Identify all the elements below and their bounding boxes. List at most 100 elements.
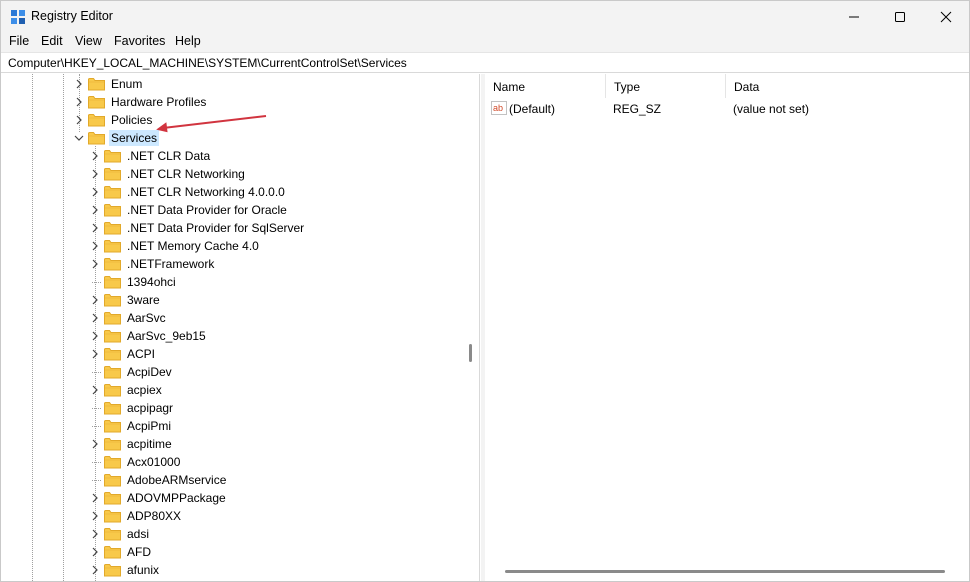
- chevron-right-icon[interactable]: [89, 186, 101, 198]
- tree-node-label[interactable]: acpiex: [125, 382, 164, 398]
- tree-node-label[interactable]: .NET Data Provider for SqlServer: [125, 220, 306, 236]
- tree-node[interactable]: ADP80XX: [89, 507, 183, 525]
- chevron-right-icon[interactable]: [89, 510, 101, 522]
- tree-node[interactable]: Services: [73, 129, 160, 147]
- tree-node-label[interactable]: AarSvc: [125, 310, 168, 326]
- tree-node-label[interactable]: afunix: [125, 562, 161, 578]
- tree-scroll-thumb[interactable]: [469, 344, 472, 362]
- tree-node-label[interactable]: AcpiPmi: [125, 418, 173, 434]
- tree-node-label[interactable]: AarSvc_9eb15: [125, 328, 208, 344]
- tree-node-label[interactable]: adsi: [125, 526, 151, 542]
- tree-node[interactable]: afunix: [89, 561, 161, 579]
- tree-node[interactable]: Hardware Profiles: [73, 93, 208, 111]
- tree-node-label[interactable]: ADP80XX: [125, 508, 183, 524]
- tree-node-label[interactable]: AFD: [125, 544, 153, 560]
- chevron-right-icon[interactable]: [89, 294, 101, 306]
- tree-node[interactable]: 3ware: [89, 291, 162, 309]
- chevron-right-icon[interactable]: [89, 528, 101, 540]
- value-row[interactable]: ab (Default) REG_SZ (value not set): [485, 100, 965, 118]
- tree-node-label[interactable]: Hardware Profiles: [109, 94, 208, 110]
- minimize-button[interactable]: [831, 1, 877, 32]
- tree-node[interactable]: .NETFramework: [89, 255, 216, 273]
- chevron-right-icon[interactable]: [89, 168, 101, 180]
- tree-node-label[interactable]: ADOVMPPackage: [125, 490, 228, 506]
- chevron-right-icon[interactable]: [89, 150, 101, 162]
- tree-node-label[interactable]: Acx01000: [125, 454, 182, 470]
- close-button[interactable]: [923, 1, 969, 32]
- folder-icon: [104, 330, 121, 343]
- column-header-data[interactable]: Data: [726, 74, 965, 98]
- tree-node[interactable]: adsi: [89, 525, 151, 543]
- tree-node-label[interactable]: Policies: [109, 112, 154, 128]
- column-header-name[interactable]: Name: [485, 74, 606, 98]
- tree-node-label[interactable]: AcpiDev: [125, 364, 174, 380]
- address-path[interactable]: Computer\HKEY_LOCAL_MACHINE\SYSTEM\Curre…: [8, 56, 407, 70]
- maximize-button[interactable]: [877, 1, 923, 32]
- menu-view[interactable]: View: [75, 34, 102, 48]
- address-bar[interactable]: Computer\HKEY_LOCAL_MACHINE\SYSTEM\Curre…: [1, 52, 969, 73]
- values-list-pane[interactable]: Name Type Data ab (Default) REG_SZ (valu…: [485, 74, 969, 581]
- key-tree-pane[interactable]: Enum Hardware Profiles Policies Services .NE…: [1, 74, 480, 581]
- chevron-right-icon[interactable]: [89, 258, 101, 270]
- tree-node-label[interactable]: .NET CLR Networking 4.0.0.0: [125, 184, 287, 200]
- tree-node[interactable]: .NET CLR Data: [89, 147, 212, 165]
- chevron-right-icon[interactable]: [89, 384, 101, 396]
- chevron-right-icon[interactable]: [89, 438, 101, 450]
- tree-vertical-scrollbar[interactable]: [464, 74, 478, 581]
- chevron-right-icon[interactable]: [89, 312, 101, 324]
- tree-node[interactable]: ADOVMPPackage: [89, 489, 228, 507]
- tree-node-label[interactable]: .NET CLR Networking: [125, 166, 247, 182]
- chevron-right-icon[interactable]: [89, 546, 101, 558]
- chevron-right-icon[interactable]: [73, 78, 85, 90]
- list-horizontal-scrollbar[interactable]: [505, 570, 945, 573]
- tree-node[interactable]: AarSvc_9eb15: [89, 327, 208, 345]
- menu-edit[interactable]: Edit: [41, 34, 63, 48]
- chevron-down-icon[interactable]: [73, 132, 85, 144]
- tree-node[interactable]: AcpiDev: [89, 363, 174, 381]
- tree-node-label[interactable]: 1394ohci: [125, 274, 178, 290]
- tree-node-label[interactable]: acpitime: [125, 436, 174, 452]
- tree-node[interactable]: AdobeARMservice: [89, 471, 228, 489]
- menu-file[interactable]: File: [9, 34, 29, 48]
- tree-node-label[interactable]: AdobeARMservice: [125, 472, 228, 488]
- chevron-right-icon[interactable]: [89, 240, 101, 252]
- tree-node[interactable]: Policies: [73, 111, 154, 129]
- tree-node-label[interactable]: ACPI: [125, 346, 157, 362]
- tree-node[interactable]: .NET Data Provider for Oracle: [89, 201, 289, 219]
- chevron-right-icon[interactable]: [89, 564, 101, 576]
- tree-node-label[interactable]: 3ware: [125, 292, 162, 308]
- tree-node-label[interactable]: .NET Data Provider for Oracle: [125, 202, 289, 218]
- chevron-right-icon[interactable]: [73, 114, 85, 126]
- tree-node[interactable]: ACPI: [89, 345, 157, 363]
- column-header-type[interactable]: Type: [606, 74, 726, 98]
- tree-node[interactable]: AarSvc: [89, 309, 168, 327]
- tree-node[interactable]: AcpiPmi: [89, 417, 173, 435]
- tree-node-label[interactable]: .NET CLR Data: [125, 148, 212, 164]
- tree-node-label[interactable]: Services: [109, 130, 160, 146]
- tree-node[interactable]: .NET Data Provider for SqlServer: [89, 219, 306, 237]
- tree-node-label[interactable]: .NET Memory Cache 4.0: [125, 238, 261, 254]
- tree-node[interactable]: acpiex: [89, 381, 164, 399]
- tree-node[interactable]: AFD: [89, 543, 153, 561]
- tree-node[interactable]: .NET CLR Networking: [89, 165, 247, 183]
- menu-help[interactable]: Help: [175, 34, 201, 48]
- chevron-right-icon[interactable]: [89, 330, 101, 342]
- tree-node-label[interactable]: Enum: [109, 76, 144, 92]
- registry-editor-window: Registry Editor File Edit View Favorites…: [0, 0, 970, 582]
- tree-node[interactable]: Enum: [73, 75, 144, 93]
- chevron-right-icon[interactable]: [89, 348, 101, 360]
- chevron-right-icon[interactable]: [89, 492, 101, 504]
- chevron-right-icon[interactable]: [89, 204, 101, 216]
- tree-node[interactable]: 1394ohci: [89, 273, 178, 291]
- tree-node-label[interactable]: acpipagr: [125, 400, 175, 416]
- tree-node[interactable]: .NET CLR Networking 4.0.0.0: [89, 183, 287, 201]
- chevron-right-icon[interactable]: [89, 222, 101, 234]
- chevron-right-icon[interactable]: [73, 96, 85, 108]
- tree-node-label[interactable]: .NETFramework: [125, 256, 216, 272]
- title-bar[interactable]: Registry Editor: [1, 1, 969, 32]
- tree-node[interactable]: Acx01000: [89, 453, 182, 471]
- tree-node[interactable]: .NET Memory Cache 4.0: [89, 237, 261, 255]
- tree-node[interactable]: acpitime: [89, 435, 174, 453]
- menu-favorites[interactable]: Favorites: [114, 34, 165, 48]
- tree-node[interactable]: acpipagr: [89, 399, 175, 417]
